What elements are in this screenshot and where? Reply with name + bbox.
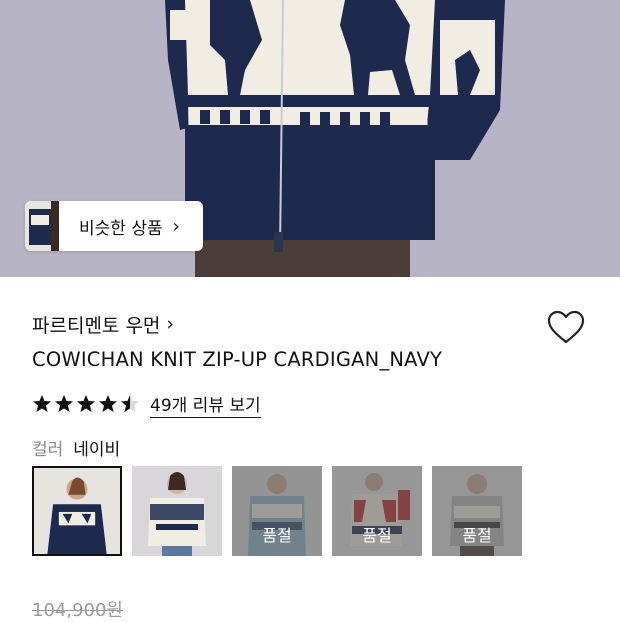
color-swatches: 품절 품절 품절 <box>32 466 522 556</box>
similar-products-button[interactable]: 비슷한 상품 › <box>25 201 203 251</box>
color-swatch-navy[interactable] <box>32 466 122 556</box>
color-swatch-sky[interactable]: 품절 <box>232 466 322 556</box>
swatch-image <box>34 468 120 554</box>
chevron-right-icon: › <box>172 215 180 237</box>
color-swatch-grey[interactable]: 품절 <box>432 466 522 556</box>
color-swatch-red-white[interactable]: 품절 <box>332 466 422 556</box>
chevron-right-icon: › <box>166 313 175 335</box>
original-price: 104,900원 <box>32 600 123 621</box>
star-icon <box>77 395 95 412</box>
color-row: 컬러 네이비 <box>32 435 120 460</box>
color-label: 컬러 <box>32 440 64 460</box>
similar-products-label: 비슷한 상품 <box>79 218 163 239</box>
star-half-icon <box>121 395 139 412</box>
soldout-label: 품절 <box>362 526 392 545</box>
product-title: COWICHAN KNIT ZIP-UP CARDIGAN_NAVY <box>32 348 443 371</box>
product-hero-image[interactable]: 비슷한 상품 › <box>0 0 620 277</box>
star-icon <box>99 395 117 412</box>
brand-link[interactable]: 파르티멘토 우먼 › <box>32 310 174 338</box>
soldout-label: 품절 <box>262 526 292 545</box>
selected-color: 네이비 <box>73 440 121 460</box>
star-rating <box>32 394 140 414</box>
brand-name: 파르티멘토 우먼 <box>32 314 161 337</box>
similar-product-thumbnail <box>25 201 59 251</box>
rating-row: 49개 리뷰 보기 <box>32 391 261 418</box>
soldout-label: 품절 <box>462 526 492 545</box>
swatch-image <box>132 466 222 556</box>
color-swatch-cream[interactable] <box>132 466 222 556</box>
star-icon <box>33 395 51 412</box>
star-icon <box>55 395 73 412</box>
review-link[interactable]: 49개 리뷰 보기 <box>150 391 261 418</box>
heart-outline-icon[interactable] <box>546 309 586 345</box>
